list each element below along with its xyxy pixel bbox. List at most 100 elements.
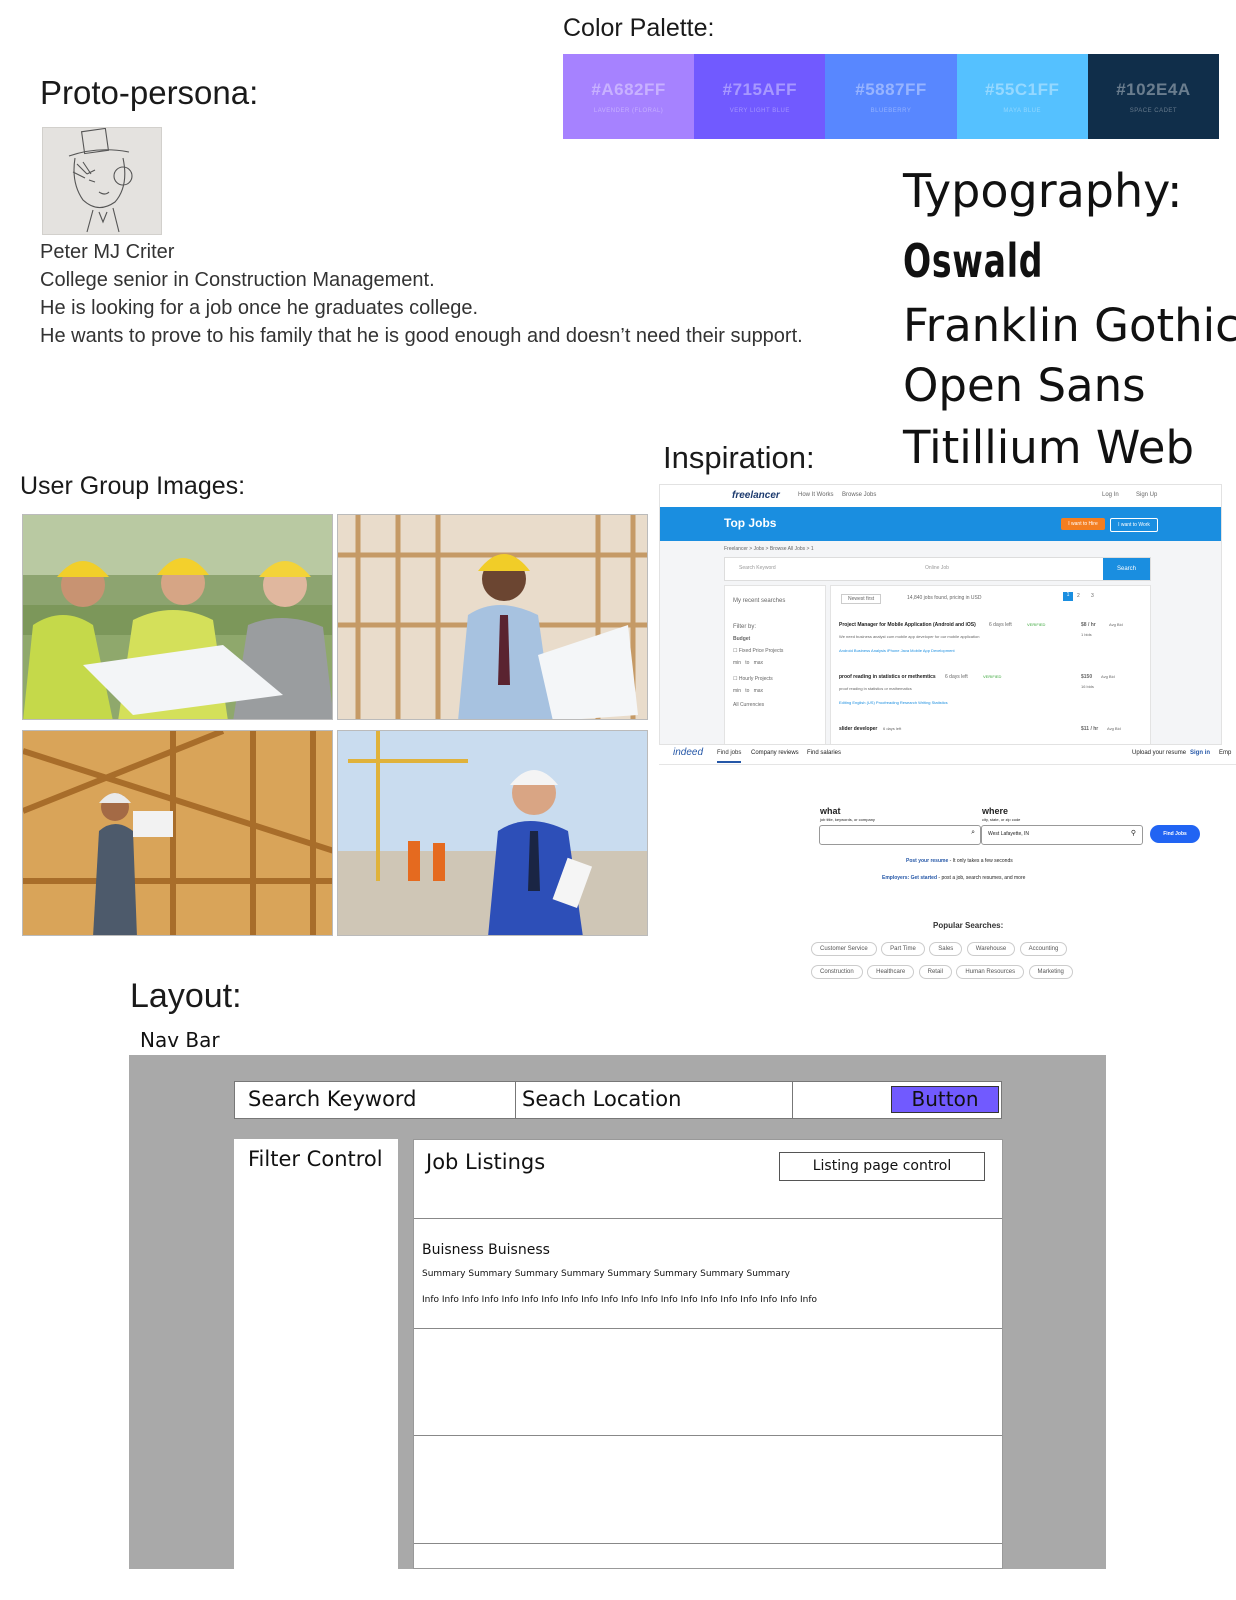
popular-chip[interactable]: Part Time — [881, 942, 925, 956]
indeed-where-label: where — [982, 806, 1009, 816]
freelancer-job-2-age: 6 days left — [945, 674, 968, 680]
persona-title: Proto-persona: — [40, 74, 259, 111]
freelancer-job-1-tags[interactable]: Android Business Analysis iPhone Java Mo… — [839, 648, 955, 653]
photo-phone-man-drawing — [338, 515, 647, 719]
popular-chip[interactable]: Human Resources — [956, 965, 1025, 979]
wireframe-search-button[interactable]: Button — [891, 1086, 999, 1113]
freelancer-location-input[interactable]: Online Job — [925, 565, 949, 571]
wireframe-listing-row[interactable]: Buisness Buisness Summary Summary Summar… — [414, 1218, 1002, 1329]
indeed-popular-title: Popular Searches: — [933, 921, 1004, 930]
wireframe-page-control[interactable]: Listing page control — [779, 1152, 985, 1181]
popular-chip[interactable]: Sales — [929, 942, 963, 956]
swatch-blueberry: #5887FF BLUEBERRY — [825, 54, 957, 139]
indeed-popular-row-1: Customer Service Part Time Sales Warehou… — [811, 937, 1111, 956]
freelancer-job-1-price: $8 / hr — [1081, 622, 1096, 628]
freelancer-job-1-desc: We need business analyst cum mobile app … — [839, 634, 980, 639]
freelancer-budget: Budget — [733, 636, 751, 642]
freelancer-page-3[interactable]: 3 — [1091, 593, 1094, 599]
freelancer-breadcrumb: Freelancer > Jobs > Browse All Jobs > 1 — [724, 546, 814, 552]
freelancer-nav-how[interactable]: How It Works — [798, 492, 834, 498]
swatch-hex: #55C1FF — [985, 79, 1060, 99]
inspiration-title: Inspiration: — [663, 440, 815, 475]
freelancer-fixed-price[interactable]: ☐ Fixed Price Projects — [733, 648, 825, 654]
indeed-tab-find-salaries[interactable]: Find salaries — [807, 750, 841, 756]
wireframe-divider — [515, 1082, 516, 1118]
swatch-name: SPACE CADET — [1129, 107, 1178, 114]
indeed-screenshot: indeed Find jobs Company reviews Find sa… — [659, 745, 1236, 995]
indeed-divider — [659, 764, 1236, 765]
search-icon: ⌕ — [971, 829, 975, 836]
swatch-lavender: #A682FF LAVENDER (FLORAL) — [563, 54, 695, 139]
freelancer-page-1[interactable]: 1 — [1063, 592, 1073, 601]
layout-title: Layout: — [130, 977, 242, 1015]
indeed-what-input[interactable]: ⌕ — [819, 825, 981, 845]
popular-chip[interactable]: Warehouse — [966, 942, 1016, 956]
freelancer-currency-select[interactable]: All Currencies — [733, 702, 825, 708]
indeed-where-input[interactable]: West Lafayette, IN ⚲ — [981, 825, 1143, 845]
freelancer-logo[interactable]: freelancer — [732, 490, 780, 501]
swatch-maya-blue: #55C1FF MAYA BLUE — [956, 54, 1088, 139]
photo-inspector-wood-frame — [22, 730, 333, 936]
freelancer-job-1-title[interactable]: Project Manager for Mobile Application (… — [839, 622, 976, 628]
freelancer-signup[interactable]: Sign Up — [1136, 492, 1157, 498]
freelancer-job-2-tags[interactable]: Editing English (US) Proofreading Resear… — [839, 700, 948, 705]
freelancer-recent-searches[interactable]: My recent searches — [733, 598, 825, 604]
freelancer-work-button[interactable]: I want to Work — [1110, 518, 1158, 532]
freelancer-sort-select[interactable]: Newest first — [841, 594, 882, 604]
freelancer-hourly-range[interactable]: min to max — [733, 688, 825, 694]
freelancer-jobs-found: 14,840 jobs found, pricing in USD — [907, 595, 982, 601]
indeed-tab-find-jobs[interactable]: Find jobs — [717, 750, 742, 763]
layout-wireframe: Search Keyword Seach Location Button Fil… — [129, 1055, 1106, 1569]
palette-title: Color Palette: — [563, 14, 715, 42]
indeed-upload-resume[interactable]: Upload your resume — [1132, 750, 1186, 756]
indeed-employers[interactable]: Emp — [1219, 750, 1231, 756]
indeed-tab-company-reviews[interactable]: Company reviews — [751, 750, 799, 756]
navbar-label: Nav Bar — [140, 1028, 220, 1052]
freelancer-topbar: freelancer How It Works Browse Jobs Log … — [660, 485, 1221, 507]
freelancer-search-input[interactable]: Search Keyword — [739, 565, 776, 571]
indeed-where-value: West Lafayette, IN — [988, 831, 1030, 837]
popular-chip[interactable]: Construction — [811, 965, 863, 979]
photo-engineers-reviewing-plans — [22, 514, 333, 720]
wireframe-job-listings-title: Job Listings — [426, 1150, 546, 1174]
indeed-post-resume-link[interactable]: Post your resume — [906, 858, 948, 864]
indeed-sign-in[interactable]: Sign in — [1190, 750, 1210, 756]
popular-chip[interactable]: Accounting — [1019, 942, 1068, 956]
wireframe-search-location[interactable]: Seach Location — [522, 1087, 681, 1111]
freelancer-job-2-badge: VERIFIED — [983, 674, 1002, 679]
indeed-logo[interactable]: indeed — [673, 747, 703, 758]
freelancer-hourly[interactable]: ☐ Hourly Projects — [733, 676, 825, 682]
freelancer-page-2[interactable]: 2 — [1077, 593, 1080, 599]
wireframe-filter-control[interactable]: Filter Control — [248, 1147, 383, 1171]
freelancer-nav-browse[interactable]: Browse Jobs — [842, 492, 876, 498]
font-titillium-web: Titillium Web — [903, 421, 1195, 474]
indeed-find-jobs-button[interactable]: Find Jobs — [1150, 825, 1200, 843]
wireframe-listing-info: Info Info Info Info Info Info Info Info … — [422, 1295, 818, 1305]
freelancer-search-button[interactable]: Search — [1103, 558, 1150, 580]
wireframe-filter-panel: Filter Control — [234, 1139, 398, 1569]
swatch-hex: #715AFF — [722, 79, 797, 99]
range-to: to — [745, 660, 750, 666]
wireframe-listing-row[interactable] — [414, 1435, 1002, 1544]
wireframe-search-bar: Search Keyword Seach Location Button — [234, 1081, 1002, 1119]
wireframe-listing-summary: Summary Summary Summary Summary Summary … — [422, 1269, 790, 1279]
wireframe-search-keyword[interactable]: Search Keyword — [248, 1087, 417, 1111]
indeed-what-label: what — [820, 806, 841, 816]
persona-name: Peter MJ Criter — [40, 241, 175, 263]
indeed-employers-link[interactable]: Employers: Get started — [882, 875, 937, 881]
persona-line-1: College senior in Construction Managemen… — [40, 269, 435, 291]
freelancer-login[interactable]: Log In — [1102, 492, 1119, 498]
popular-chip[interactable]: Customer Service — [811, 942, 877, 956]
freelancer-fixed-range[interactable]: min to max — [733, 660, 825, 666]
popular-chip[interactable]: Marketing — [1028, 965, 1073, 979]
wireframe-listing-row[interactable] — [414, 1327, 1002, 1436]
indeed-post-resume: Post your resume - It only takes a few s… — [906, 858, 1013, 864]
popular-chip[interactable]: Healthcare — [867, 965, 915, 979]
freelancer-hire-button[interactable]: I want to Hire — [1061, 518, 1105, 530]
freelancer-job-3-title[interactable]: slider developer — [839, 726, 877, 732]
freelancer-job-2-title[interactable]: proof reading in statistics or methemtic… — [839, 674, 936, 680]
persona-sketch-image — [42, 127, 162, 235]
swatch-name: VERY LIGHT BLUE — [729, 107, 790, 114]
popular-chip[interactable]: Retail — [918, 965, 952, 979]
indeed-popular-row-2: Construction Healthcare Retail Human Res… — [811, 960, 1111, 979]
